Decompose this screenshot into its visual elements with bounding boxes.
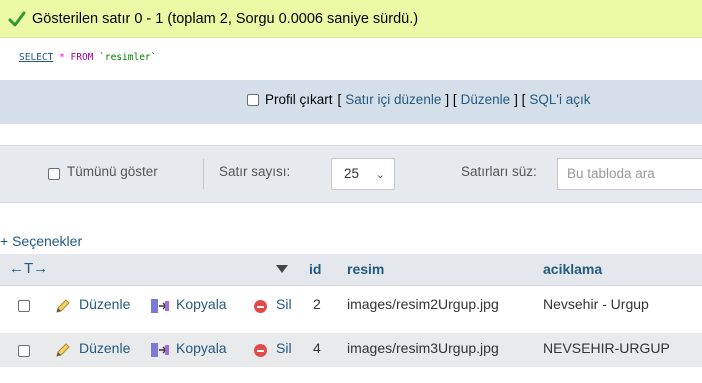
row-count-label: Satır sayısı: (219, 164, 291, 179)
copy-row-link[interactable]: Kopyala (176, 296, 227, 312)
sort-triangle-icon[interactable] (276, 265, 288, 274)
cell-id[interactable]: 2 (313, 296, 321, 312)
show-all-label[interactable]: Tümünü göster (67, 164, 158, 179)
row-count-select[interactable]: 25 ⌄ (331, 158, 395, 190)
success-message-text: Gösterilen satır 0 - 1 (toplam 2, Sorgu … (32, 10, 419, 27)
delete-icon[interactable] (254, 344, 267, 357)
cell-aciklama[interactable]: NEVSEHIR-URGUP (543, 340, 670, 356)
inline-edit-link[interactable]: Satır içi düzenle (345, 92, 441, 107)
sql-star: * (59, 52, 65, 63)
bracket-open: [ (337, 92, 342, 107)
row-select-checkbox[interactable] (18, 345, 30, 357)
delete-row-link[interactable]: Sil (276, 296, 292, 312)
profile-label[interactable]: Profil çıkart (265, 92, 333, 107)
row-count-value: 25 (344, 166, 360, 181)
edit-row-link[interactable]: Düzenle (79, 296, 130, 312)
show-all-checkbox[interactable] (48, 168, 60, 180)
edit-row-link[interactable]: Düzenle (79, 340, 130, 356)
column-toggle-arrows[interactable]: ←T→ (9, 260, 48, 277)
filter-rows-input[interactable]: Bu tabloda ara (557, 158, 702, 190)
navigation-bar: Tümünü göster Satır sayısı: 25 ⌄ Satırla… (0, 145, 702, 203)
profile-checkbox[interactable] (247, 93, 259, 106)
delete-icon[interactable] (254, 300, 267, 313)
bracket-mid: ] [ (445, 92, 457, 107)
success-check-icon (8, 11, 26, 26)
sql-select-keyword[interactable]: SELECT (19, 52, 53, 63)
column-header-aciklama[interactable]: aciklama (543, 261, 602, 277)
copy-row-link[interactable]: Kopyala (176, 340, 227, 356)
column-header-id[interactable]: id (309, 261, 321, 277)
edit-query-link[interactable]: Düzenle (461, 92, 511, 107)
nav-divider (203, 159, 204, 189)
cell-resim[interactable]: images/resim3Urgup.jpg (347, 340, 499, 356)
cell-resim[interactable]: images/resim2Urgup.jpg (347, 296, 499, 312)
filter-rows-placeholder: Bu tabloda ara (567, 166, 655, 181)
chevron-down-icon: ⌄ (375, 169, 385, 181)
profiling-bar: Profil çıkart [ Satır içi düzenle ] [ Dü… (0, 80, 702, 124)
success-message-bar: Gösterilen satır 0 - 1 (toplam 2, Sorgu … (0, 0, 702, 38)
sql-table-name: `resimler` (99, 52, 157, 63)
row-select-checkbox[interactable] (18, 300, 30, 312)
copy-icon[interactable] (150, 298, 170, 314)
delete-row-link[interactable]: Sil (276, 340, 292, 356)
results-table-header: ←T→ id resim aciklama (0, 254, 702, 286)
filter-rows-label: Satırları süz: (461, 164, 537, 179)
table-row: Düzenle Kopyala Sil 2 images/resim2Urgup… (0, 289, 702, 321)
sql-from-keyword: FROM (70, 52, 94, 63)
table-row: Düzenle Kopyala Sil 4 images/resim3Urgup… (0, 333, 702, 367)
copy-icon[interactable] (150, 342, 170, 358)
options-link[interactable]: + Seçenekler (0, 233, 82, 249)
sql-query-box: SELECT * FROM `resimler` (0, 38, 702, 80)
pencil-icon[interactable] (55, 342, 71, 358)
bracket-mid-2: ] [ (514, 92, 526, 107)
cell-id[interactable]: 4 (313, 340, 321, 356)
column-header-resim[interactable]: resim (347, 261, 384, 277)
explain-sql-link[interactable]: SQL'i açık (529, 92, 590, 107)
pencil-icon[interactable] (55, 298, 71, 314)
cell-aciklama[interactable]: Nevsehir - Urgup (543, 296, 649, 312)
